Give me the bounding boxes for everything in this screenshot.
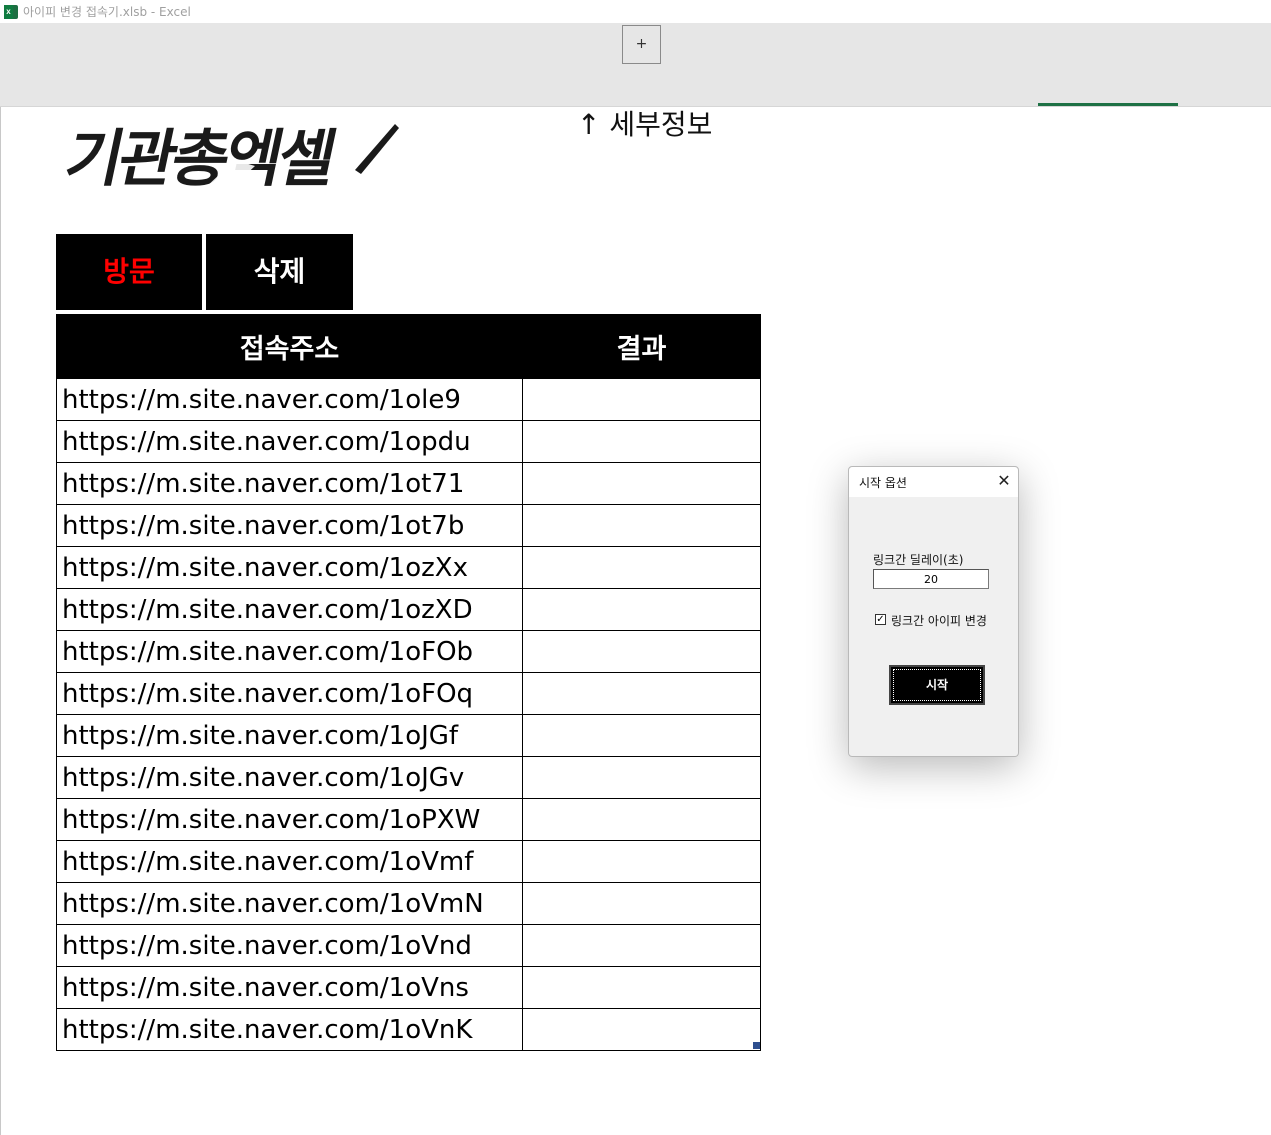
url-cell[interactable]: https://m.site.naver.com/1ozXx (56, 546, 523, 589)
ribbon: + (0, 23, 1271, 107)
url-cell[interactable]: https://m.site.naver.com/1ozXD (56, 588, 523, 631)
result-cell[interactable] (522, 1008, 761, 1051)
logo-image: 기관총엑셀 (59, 123, 399, 198)
result-cell[interactable] (522, 504, 761, 547)
window-titlebar: x 아이피 변경 접속기.xlsb - Excel (0, 0, 1271, 23)
result-cell[interactable] (522, 462, 761, 505)
table-header-row: 접속주소 결과 (56, 314, 761, 379)
table-row: https://m.site.naver.com/1oJGf (56, 714, 761, 757)
result-cell[interactable] (522, 672, 761, 715)
table-row: https://m.site.naver.com/1ot71 (56, 462, 761, 505)
table-row: https://m.site.naver.com/1ot7b (56, 504, 761, 547)
table-row: https://m.site.naver.com/1oVmf (56, 840, 761, 883)
url-cell[interactable]: https://m.site.naver.com/1opdu (56, 420, 523, 463)
close-icon[interactable]: ✕ (993, 470, 1015, 492)
start-button[interactable]: 시작 (889, 665, 985, 705)
result-cell[interactable] (522, 546, 761, 589)
url-cell[interactable]: https://m.site.naver.com/1oJGv (56, 756, 523, 799)
delay-label: 링크간 딜레이(초) (873, 553, 964, 567)
result-cell[interactable] (522, 378, 761, 421)
ip-change-checkbox[interactable]: ✓ (875, 614, 886, 625)
table-row: https://m.site.naver.com/1ozXx (56, 546, 761, 589)
delay-input[interactable] (873, 569, 989, 589)
result-cell[interactable] (522, 966, 761, 1009)
table-row: https://m.site.naver.com/1ole9 (56, 378, 761, 421)
result-cell[interactable] (522, 588, 761, 631)
dialog-title: 시작 옵션 (859, 476, 907, 490)
url-cell[interactable]: https://m.site.naver.com/1ole9 (56, 378, 523, 421)
table-row: https://m.site.naver.com/1oJGv (56, 756, 761, 799)
table-row: https://m.site.naver.com/1oVnK (56, 1008, 761, 1051)
excel-icon: x (4, 4, 18, 19)
ribbon-tab-indicator (1038, 103, 1178, 106)
result-cell[interactable] (522, 798, 761, 841)
url-cell[interactable]: https://m.site.naver.com/1oPXW (56, 798, 523, 841)
url-cell[interactable]: https://m.site.naver.com/1oFOb (56, 630, 523, 673)
column-header-url[interactable]: 접속주소 (56, 314, 523, 379)
table-row: https://m.site.naver.com/1oFOq (56, 672, 761, 715)
url-cell[interactable]: https://m.site.naver.com/1oVnK (56, 1008, 523, 1051)
result-cell[interactable] (522, 630, 761, 673)
url-cell[interactable]: https://m.site.naver.com/1oVnd (56, 924, 523, 967)
result-cell[interactable] (522, 420, 761, 463)
table-row: https://m.site.naver.com/1oVnd (56, 924, 761, 967)
result-cell[interactable] (522, 840, 761, 883)
detail-info-label: ↑ 세부정보 (577, 108, 713, 141)
url-cell[interactable]: https://m.site.naver.com/1oVns (56, 966, 523, 1009)
table-row: https://m.site.naver.com/1oFOb (56, 630, 761, 673)
result-cell[interactable] (522, 714, 761, 757)
url-cell[interactable]: https://m.site.naver.com/1oJGf (56, 714, 523, 757)
table-row: https://m.site.naver.com/1oPXW (56, 798, 761, 841)
result-cell[interactable] (522, 924, 761, 967)
url-cell[interactable]: https://m.site.naver.com/1ot71 (56, 462, 523, 505)
window-title: 아이피 변경 접속기.xlsb - Excel (23, 5, 191, 19)
url-cell[interactable]: https://m.site.naver.com/1oVmN (56, 882, 523, 925)
table-resize-handle[interactable] (753, 1042, 760, 1049)
url-cell[interactable]: https://m.site.naver.com/1oFOq (56, 672, 523, 715)
url-cell[interactable]: https://m.site.naver.com/1oVmf (56, 840, 523, 883)
visit-button[interactable]: 방문 (56, 234, 202, 310)
start-options-dialog: 시작 옵션 ✕ 링크간 딜레이(초) ✓ 링크간 아이피 변경 시작 (848, 466, 1019, 757)
delete-button[interactable]: 삭제 (206, 234, 353, 310)
column-header-result[interactable]: 결과 (522, 314, 761, 379)
result-cell[interactable] (522, 756, 761, 799)
url-table: 접속주소 결과 https://m.site.naver.com/1ole9 ht… (56, 314, 761, 1051)
table-row: https://m.site.naver.com/1oVmN (56, 882, 761, 925)
table-row: https://m.site.naver.com/1oVns (56, 966, 761, 1009)
logo-text: 기관총엑셀 (59, 123, 341, 195)
ribbon-expand-button[interactable]: + (622, 25, 661, 64)
table-row: https://m.site.naver.com/1opdu (56, 420, 761, 463)
url-cell[interactable]: https://m.site.naver.com/1ot7b (56, 504, 523, 547)
table-row: https://m.site.naver.com/1ozXD (56, 588, 761, 631)
result-cell[interactable] (522, 882, 761, 925)
sheet-left-border (0, 107, 1, 1135)
ip-change-label[interactable]: 링크간 아이피 변경 (891, 612, 987, 629)
dialog-titlebar[interactable]: 시작 옵션 ✕ (849, 467, 1018, 497)
